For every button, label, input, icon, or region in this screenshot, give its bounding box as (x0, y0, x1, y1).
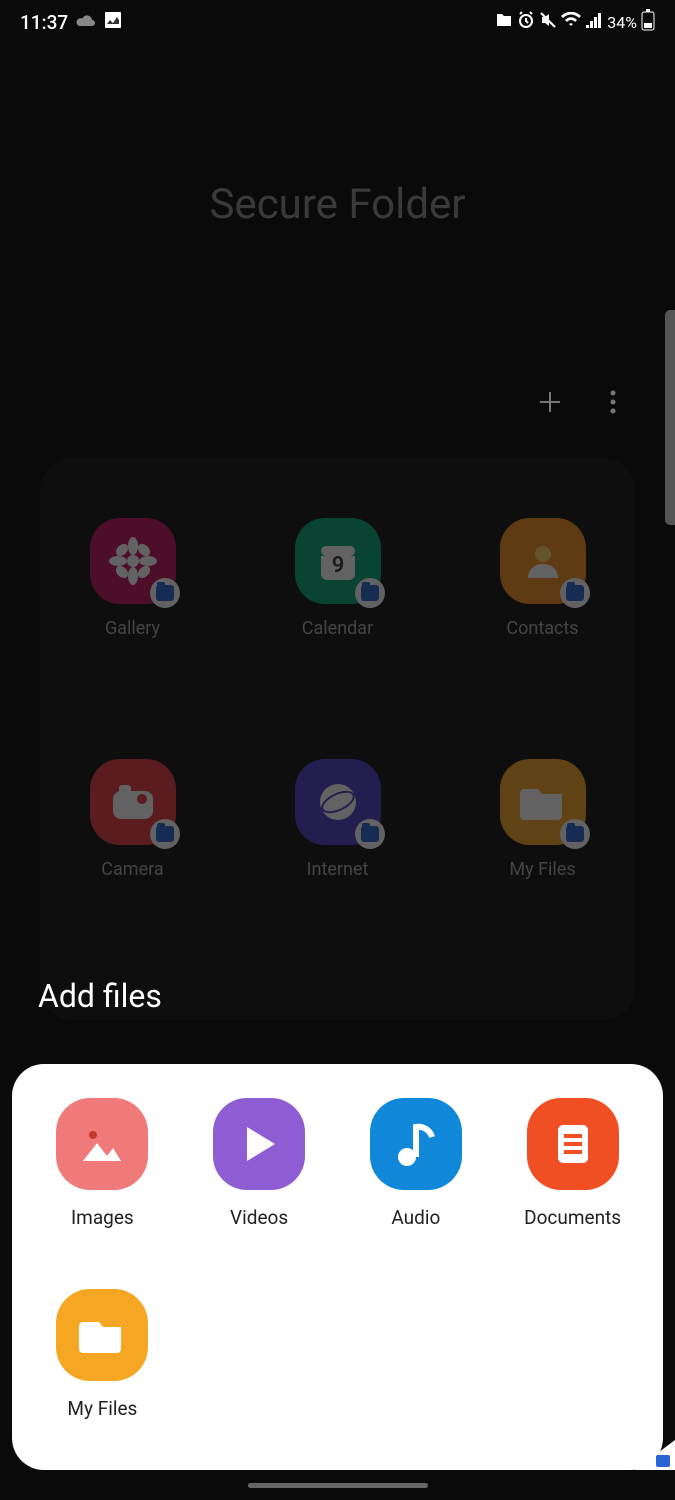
app-label: Calendar (302, 618, 373, 639)
nav-bar (0, 1470, 675, 1500)
app-contacts[interactable]: Contacts (470, 518, 615, 639)
image-icon (104, 11, 122, 34)
toolbar (536, 388, 617, 423)
wifi-icon (561, 12, 581, 32)
sheet-title: Add files (38, 977, 162, 1015)
sheet-item-audio[interactable]: Audio (346, 1098, 487, 1229)
battery-percent: 34% (607, 13, 637, 32)
lock-badge-icon (355, 578, 385, 608)
page-title: Secure Folder (0, 180, 675, 229)
status-bar: 11:37 34% (0, 0, 675, 44)
app-label: My Files (509, 859, 575, 880)
app-internet[interactable]: Internet (265, 759, 410, 880)
documents-icon (527, 1098, 619, 1190)
lock-badge-icon (560, 819, 590, 849)
add-files-sheet: Images Videos Audio Documents My Files (12, 1064, 663, 1470)
images-icon (56, 1098, 148, 1190)
nav-handle[interactable] (248, 1483, 428, 1488)
sheet-label: Audio (391, 1206, 440, 1229)
mute-icon (539, 11, 557, 33)
app-myfiles[interactable]: My Files (470, 759, 615, 880)
app-label: Internet (307, 859, 369, 880)
scrollbar[interactable] (665, 310, 675, 525)
app-gallery[interactable]: Gallery (60, 518, 205, 639)
myfiles-sheet-icon (56, 1289, 148, 1381)
alarm-icon (517, 11, 535, 33)
lock-badge-icon (560, 578, 590, 608)
sheet-label: Videos (230, 1206, 288, 1229)
app-label: Contacts (506, 618, 578, 639)
sheet-item-myfiles[interactable]: My Files (32, 1289, 173, 1420)
app-label: Gallery (105, 618, 160, 639)
cloud-icon (76, 12, 96, 33)
app-camera[interactable]: Camera (60, 759, 205, 880)
lock-badge-icon (150, 578, 180, 608)
sheet-label: Documents (524, 1206, 621, 1229)
signal-icon (585, 12, 603, 32)
lock-badge-icon (150, 819, 180, 849)
app-grid-container: Gallery 9 Calendar Contacts (40, 458, 635, 1020)
sheet-item-documents[interactable]: Documents (502, 1098, 643, 1229)
app-calendar[interactable]: 9 Calendar (265, 518, 410, 639)
clock: 11:37 (20, 11, 68, 34)
lock-badge-icon (355, 819, 385, 849)
battery-icon (641, 9, 655, 35)
videos-icon (213, 1098, 305, 1190)
sheet-item-videos[interactable]: Videos (189, 1098, 330, 1229)
more-icon[interactable] (609, 388, 617, 423)
add-icon[interactable] (536, 388, 564, 423)
sheet-item-images[interactable]: Images (32, 1098, 173, 1229)
app-label: Camera (101, 859, 163, 880)
sheet-label: Images (71, 1206, 134, 1229)
folder-status-icon (495, 12, 513, 32)
sheet-label: My Files (67, 1397, 137, 1420)
audio-icon (370, 1098, 462, 1190)
svg-text:9: 9 (331, 553, 344, 578)
